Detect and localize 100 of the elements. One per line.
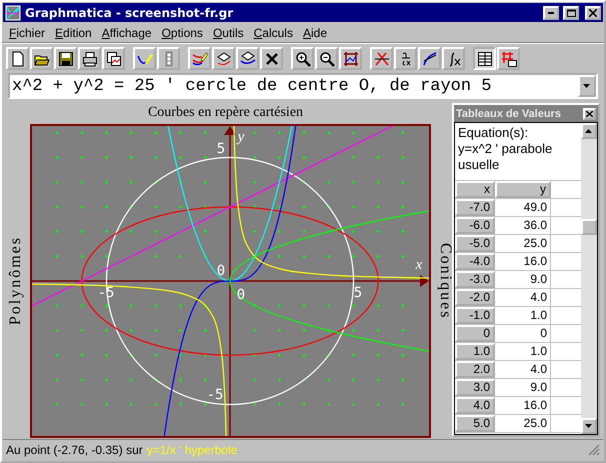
scrollbar[interactable]	[581, 123, 597, 434]
table-icon	[476, 50, 492, 66]
up-arrow-icon	[585, 128, 593, 134]
toolbar-button[interactable]	[442, 47, 465, 70]
row-header: 3.0	[455, 379, 495, 396]
menu-item[interactable]: Outils	[208, 26, 249, 40]
caret-icon	[583, 84, 591, 88]
dropdown-button[interactable]	[578, 75, 596, 97]
scroll-thumb[interactable]	[581, 219, 597, 235]
row-header: 5.0	[455, 415, 495, 432]
toolbar-button[interactable]	[315, 47, 338, 70]
close-icon	[586, 110, 593, 116]
column-header: y	[495, 181, 551, 198]
toolbar-button[interactable]	[497, 47, 520, 70]
row-header: -5.0	[455, 235, 495, 252]
row-header: 1.0	[455, 343, 495, 360]
toolbar-button[interactable]	[291, 47, 314, 70]
close-icon	[264, 50, 280, 66]
row-header: 4.0	[455, 397, 495, 414]
panel-title: Tableaux de Valeurs	[456, 108, 561, 120]
window-title: Graphmatica - screenshot-fr.gr	[25, 6, 234, 20]
save-icon	[58, 50, 74, 66]
table-cell: 4.0	[495, 289, 551, 306]
zoom-in-icon	[294, 50, 310, 66]
close-button[interactable]	[585, 6, 601, 20]
toolbar-button[interactable]	[6, 47, 29, 70]
minimize-icon	[548, 12, 554, 14]
menu-item[interactable]: Affichage	[96, 26, 157, 40]
equation-text: y=x^2 ' parabole usuelle	[457, 141, 554, 173]
equation-text: Equation(s):	[457, 125, 530, 141]
toolbar-button[interactable]	[236, 47, 259, 70]
zoom-out-icon	[318, 50, 334, 66]
toolbar-button[interactable]	[370, 47, 393, 70]
row-header: -1.0	[455, 307, 495, 324]
toolbar-button[interactable]	[133, 47, 156, 70]
table-cell: 25.0	[495, 415, 551, 432]
table-cell: 16.0	[495, 397, 551, 414]
curves-pencil-icon	[192, 50, 208, 66]
graph-title: Courbes en repère cartésien	[148, 104, 304, 122]
toolbar-button[interactable]	[394, 47, 417, 70]
column-header: x	[455, 181, 495, 198]
scroll-down-button[interactable]	[581, 418, 597, 434]
row-header: -7.0	[455, 199, 495, 216]
close-icon	[589, 8, 597, 16]
table-cell: 0	[495, 325, 551, 342]
row-header: -6.0	[455, 217, 495, 234]
axis-label: -5	[206, 387, 224, 403]
copy-graph-icon	[106, 50, 122, 66]
table-cell: 1.0	[495, 343, 551, 360]
menu-item[interactable]: Calculs	[248, 26, 298, 40]
side-label: Polynômes	[6, 236, 25, 326]
menu-item[interactable]: Options	[156, 26, 208, 40]
scroll-up-button[interactable]	[581, 123, 597, 139]
toolbar-button[interactable]	[188, 47, 211, 70]
maximize-button[interactable]	[563, 6, 579, 20]
grid-icon	[342, 50, 358, 66]
axis-label: y	[238, 129, 244, 145]
row-header: 0	[455, 325, 495, 342]
status-text: Au point (-2.76, -0.35) sur	[6, 443, 143, 457]
side-label: Coniques	[436, 242, 455, 320]
eraser-icon	[216, 50, 232, 66]
table-cell: 36.0	[495, 217, 551, 234]
new-file-icon	[10, 50, 26, 66]
table-cell: 1.0	[495, 307, 551, 324]
app-icon	[5, 4, 21, 20]
toolbar-button[interactable]	[30, 47, 53, 70]
menu-item[interactable]: Fichier	[4, 26, 50, 40]
tangent-curve-icon	[422, 50, 438, 66]
toolbar-button[interactable]	[102, 47, 125, 70]
axis-label: x	[416, 257, 422, 273]
table-cell: 9.0	[495, 379, 551, 396]
row-header: 2.0	[455, 361, 495, 378]
row-header: -4.0	[455, 253, 495, 270]
intersecting-lines-icon	[374, 50, 390, 66]
close-button[interactable]	[583, 108, 596, 120]
toolbar-button[interactable]	[78, 47, 101, 70]
equation-field[interactable]: x^2 + y^2 = 25 ' cercle de centre O, de rayon 5	[8, 73, 598, 99]
toolbar-button[interactable]	[212, 47, 235, 70]
eraser-icon	[240, 50, 256, 66]
table-cell: 4.0	[495, 361, 551, 378]
toolbar-button[interactable]	[260, 47, 283, 70]
minimize-button[interactable]	[543, 6, 559, 20]
maximize-icon	[566, 8, 576, 16]
axis-label: 0	[216, 263, 226, 279]
toolbar-button[interactable]	[473, 47, 496, 70]
down-arrow-icon	[585, 424, 593, 428]
printer-icon	[82, 50, 98, 66]
toolbar-button[interactable]	[54, 47, 77, 70]
axis-label: 5	[216, 141, 226, 157]
axis-label: 5	[354, 285, 362, 301]
row-header: -2.0	[455, 289, 495, 306]
resize-grip-icon	[588, 444, 600, 456]
table-cell: 49.0	[495, 199, 551, 216]
menu-item[interactable]: Aide	[298, 26, 332, 40]
toolbar-button[interactable]	[339, 47, 362, 70]
table-cell: 9.0	[495, 271, 551, 288]
row-header: -3.0	[455, 271, 495, 288]
toolbar-button[interactable]	[418, 47, 441, 70]
table-cell: 25.0	[495, 235, 551, 252]
menu-item[interactable]: Edition	[50, 26, 97, 40]
